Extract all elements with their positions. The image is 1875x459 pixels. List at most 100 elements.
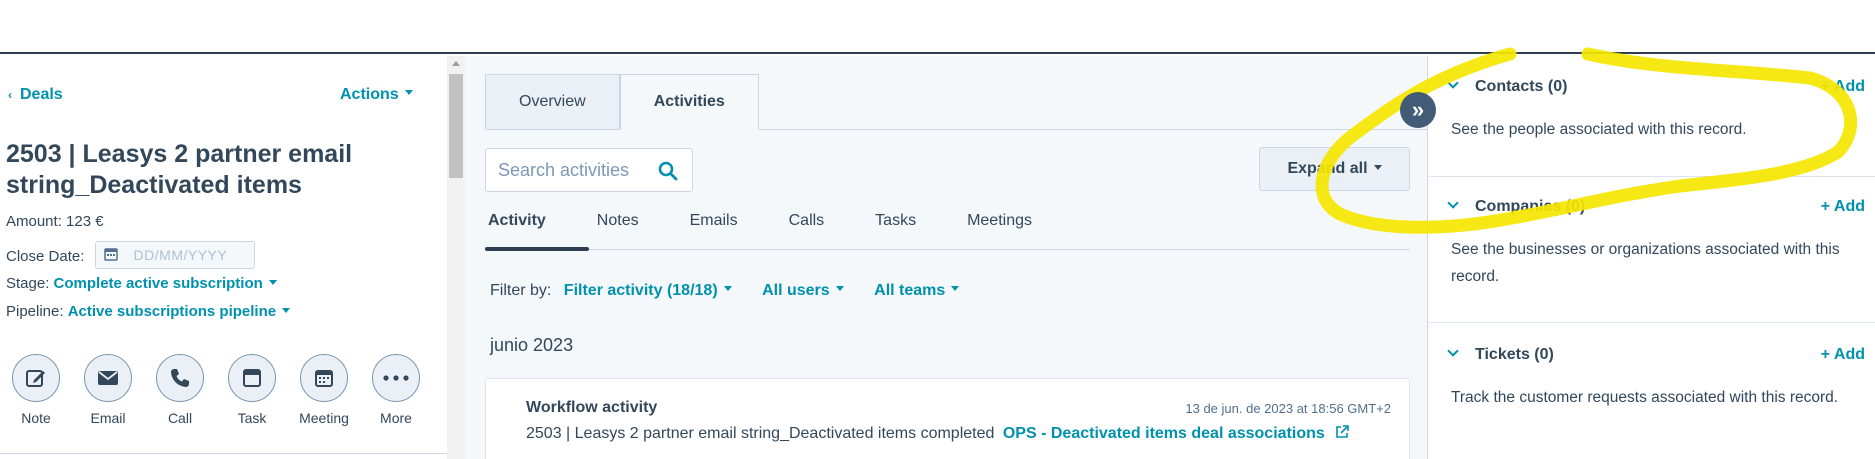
- pipeline-dropdown[interactable]: Active subscriptions pipeline: [67, 303, 291, 320]
- filter-activity-dropdown[interactable]: Filter activity (18/18): [564, 282, 732, 299]
- add-ticket-button[interactable]: + Add: [1821, 346, 1865, 364]
- filter-users-dropdown[interactable]: All users: [762, 282, 844, 299]
- subtab-emails[interactable]: Emails: [687, 212, 741, 252]
- active-subtab-indicator: [485, 247, 589, 251]
- call-action-button[interactable]: Call: [155, 354, 205, 426]
- activity-body-text: 2503 | Leasys 2 partner email string_Dea…: [526, 425, 995, 442]
- contacts-title: Contacts (0): [1475, 78, 1568, 95]
- caret-down-icon: [268, 279, 277, 285]
- pipeline-label: Pipeline:: [6, 303, 64, 320]
- tab-activities[interactable]: Activities: [619, 74, 759, 130]
- caret-down-icon: [1373, 164, 1382, 170]
- activity-filters: Filter by: Filter activity (18/18) All u…: [490, 282, 977, 300]
- subtab-notes[interactable]: Notes: [594, 212, 642, 252]
- subtab-divider: [485, 249, 1410, 250]
- task-action-circle[interactable]: [228, 354, 276, 402]
- meeting-action-label: Meeting: [299, 410, 349, 426]
- tab-overview[interactable]: Overview: [485, 74, 620, 130]
- close-date-placeholder: DD/MM/YYYY: [133, 247, 228, 263]
- subtab-activity[interactable]: Activity: [485, 212, 549, 252]
- record-tabs: Overview Activities: [485, 74, 759, 130]
- note-action-button[interactable]: Note: [11, 354, 61, 426]
- scrollbar-thumb[interactable]: [449, 74, 463, 178]
- envelope-icon: [98, 371, 118, 385]
- task-action-label: Task: [237, 410, 267, 426]
- activities-panel: Overview Activities Expand all Activity …: [465, 56, 1428, 459]
- stage-value: Complete active subscription: [53, 275, 263, 292]
- companies-section-toggle[interactable]: Companies (0): [1447, 197, 1586, 216]
- record-sidebar: ‹ Deals Actions 2503 | Leasys 2 partner e…: [0, 56, 447, 459]
- caret-down-icon: [723, 286, 732, 292]
- search-icon[interactable]: [658, 161, 678, 181]
- phone-icon: [171, 369, 189, 387]
- amount-value[interactable]: 123 €: [66, 213, 104, 230]
- activity-type-tabs: Activity Notes Emails Calls Tasks Meetin…: [485, 212, 1080, 252]
- amount-label: Amount:: [6, 213, 62, 230]
- more-action-button[interactable]: More: [371, 354, 421, 426]
- stage-property: Stage: Complete active subscription: [6, 275, 277, 292]
- search-activities-field[interactable]: [485, 148, 693, 192]
- meeting-action-button[interactable]: Meeting: [299, 354, 349, 426]
- external-link-icon: [1336, 425, 1350, 438]
- subtab-meetings[interactable]: Meetings: [964, 212, 1035, 252]
- activity-card[interactable]: Workflow activity 13 de jun. de 2023 at …: [485, 378, 1410, 459]
- top-navigation-bar: [0, 0, 1875, 54]
- subtab-calls[interactable]: Calls: [786, 212, 828, 252]
- pipeline-property: Pipeline: Active subscriptions pipeline: [6, 303, 291, 320]
- note-action-circle[interactable]: [12, 354, 60, 402]
- stage-label: Stage:: [6, 275, 50, 292]
- calendar-icon: [315, 370, 333, 387]
- close-date-input[interactable]: DD/MM/YYYY: [94, 241, 255, 269]
- task-action-button[interactable]: Task: [227, 354, 277, 426]
- sidebar-scrollbar[interactable]: [447, 56, 465, 459]
- collapse-sidebar-button[interactable]: »: [1400, 92, 1436, 128]
- more-dots-icon: [383, 375, 409, 381]
- filter-teams-label: All teams: [874, 282, 946, 299]
- stage-dropdown[interactable]: Complete active subscription: [54, 275, 277, 292]
- caret-down-icon: [951, 286, 960, 292]
- filter-by-label: Filter by:: [490, 282, 552, 299]
- month-heading: junio 2023: [490, 335, 574, 355]
- back-to-deals-link[interactable]: ‹ Deals: [8, 86, 63, 104]
- add-company-button[interactable]: + Add: [1821, 198, 1865, 216]
- workflow-link[interactable]: OPS - Deactivated items deal association…: [1002, 425, 1350, 442]
- note-action-label: Note: [21, 410, 51, 426]
- more-action-circle[interactable]: [372, 354, 420, 402]
- workflow-link-label: OPS - Deactivated items deal association…: [1002, 425, 1325, 442]
- back-label: Deals: [20, 86, 63, 103]
- tickets-section-toggle[interactable]: Tickets (0): [1447, 345, 1554, 364]
- expand-all-button[interactable]: Expand all: [1259, 147, 1410, 191]
- record-title[interactable]: 2503 | Leasys 2 partner email string_Dea…: [6, 139, 406, 201]
- subtab-tasks[interactable]: Tasks: [872, 212, 919, 252]
- email-action-label: Email: [90, 410, 126, 426]
- double-chevron-right-icon: »: [1411, 97, 1425, 122]
- email-action-circle[interactable]: [84, 354, 132, 402]
- activity-timestamp: 13 de jun. de 2023 at 18:56 GMT+2: [1185, 401, 1391, 416]
- chevron-left-icon: ‹: [8, 88, 12, 102]
- scroll-up-arrow-icon[interactable]: [452, 61, 460, 66]
- task-icon: [243, 369, 261, 387]
- section-divider: [1429, 322, 1875, 323]
- close-date-property: Close Date: DD/MM/YYYY: [6, 241, 255, 271]
- actions-menu-button[interactable]: Actions: [340, 86, 413, 104]
- contacts-section-toggle[interactable]: Contacts (0): [1447, 77, 1568, 96]
- tickets-title: Tickets (0): [1475, 346, 1554, 363]
- search-input[interactable]: [498, 160, 648, 181]
- chevron-down-icon: [1447, 77, 1459, 89]
- section-divider: [1429, 176, 1875, 177]
- amount-property: Amount: 123 €: [6, 213, 104, 230]
- meeting-action-circle[interactable]: [300, 354, 348, 402]
- calendar-icon: [103, 248, 118, 261]
- filter-teams-dropdown[interactable]: All teams: [874, 282, 960, 299]
- contacts-description: See the people associated with this reco…: [1451, 121, 1747, 138]
- email-action-button[interactable]: Email: [83, 354, 133, 426]
- actions-label: Actions: [340, 86, 399, 103]
- companies-title: Companies (0): [1475, 198, 1586, 215]
- caret-down-icon: [282, 307, 291, 313]
- caret-down-icon: [404, 90, 413, 96]
- add-contact-button[interactable]: + Add: [1821, 78, 1865, 96]
- pipeline-value: Active subscriptions pipeline: [67, 303, 277, 320]
- call-action-circle[interactable]: [156, 354, 204, 402]
- chevron-down-icon: [1447, 197, 1459, 209]
- filter-users-label: All users: [762, 282, 830, 299]
